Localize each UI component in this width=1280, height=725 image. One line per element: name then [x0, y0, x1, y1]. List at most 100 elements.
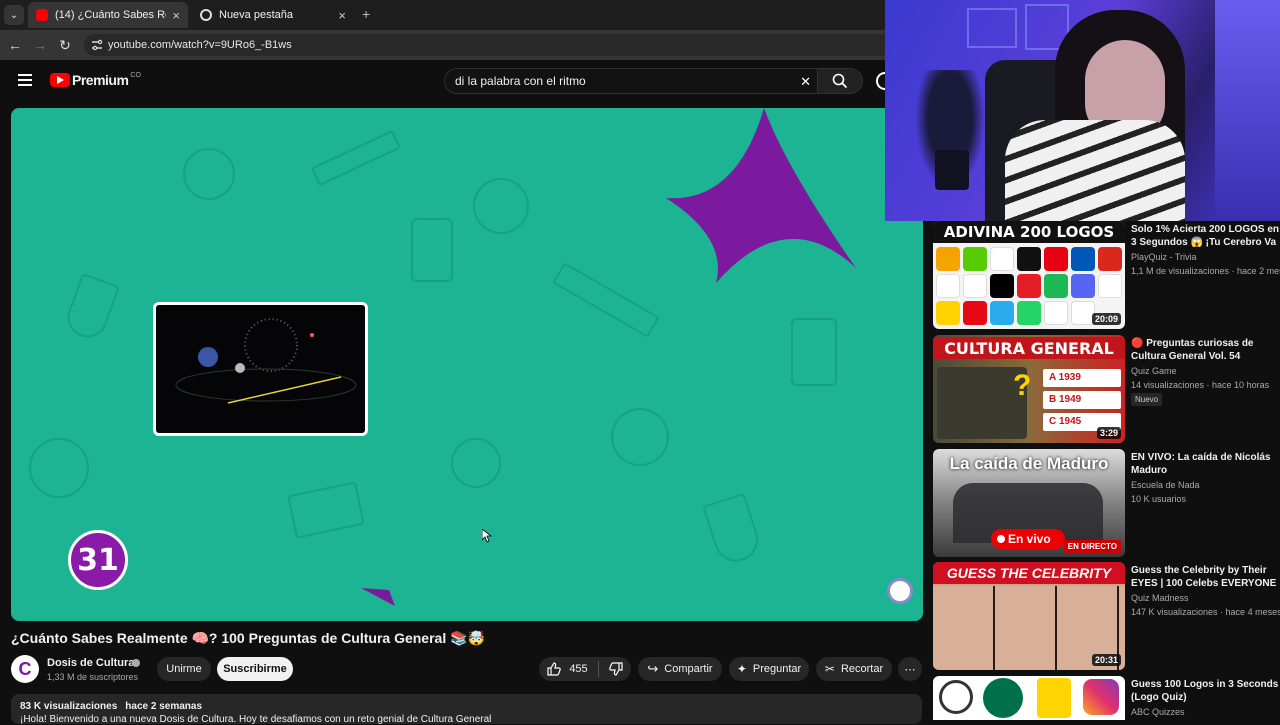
thumbs-down-icon[interactable]	[608, 662, 623, 676]
video-thumbnail[interactable]: La caída de Maduro En vivo EN DIRECTO	[933, 449, 1125, 557]
youtube-favicon-icon	[36, 9, 48, 21]
doodle-ruler	[310, 129, 402, 187]
channel-watermark-icon[interactable]	[887, 578, 913, 604]
duration-badge: 20:31	[1091, 654, 1121, 666]
upload-date: hace 2 semanas	[125, 701, 202, 712]
doodle-book	[287, 481, 365, 539]
live-dot-icon	[997, 535, 1005, 543]
recommendation-title[interactable]: Guess the Celebrity by Their EYES | 100 …	[1131, 564, 1280, 591]
share-icon: ↪	[647, 661, 659, 676]
space-image	[153, 302, 368, 436]
recommendation-item[interactable]: La caída de Maduro En vivo EN DIRECTO EN…	[933, 449, 1280, 557]
reload-icon[interactable]: ↻	[55, 35, 75, 55]
video-thumbnail[interactable]: CULTURA GENERAL ? A 1939 B 1949 C 1945 3…	[933, 335, 1125, 443]
duration-badge: 20:09	[1091, 313, 1121, 325]
mouse-cursor-icon	[482, 529, 492, 543]
recommendation-channel[interactable]: Escuela de Nada	[1131, 480, 1200, 490]
tab-list-dropdown[interactable]: ⌄	[4, 5, 24, 25]
logo-tile	[1098, 274, 1122, 298]
doodle-ruler	[552, 262, 660, 338]
recommendation-title[interactable]: Solo 1% Acierta 200 LOGOS en 3 Segundos …	[1131, 223, 1280, 250]
join-button[interactable]: Unirme	[157, 657, 211, 681]
thumbnail-headline: ADIVINA 200 LOGOS	[933, 221, 1125, 243]
subscriber-count: 1,33 M de suscriptores	[47, 672, 139, 682]
logo-tile	[963, 247, 987, 271]
doodle-lightbulb	[183, 148, 235, 200]
site-settings-icon[interactable]	[91, 39, 103, 51]
live-label: En vivo	[1008, 532, 1051, 546]
share-button[interactable]: ↪ Compartir	[638, 657, 722, 681]
like-count: 455	[569, 663, 588, 675]
recommendation-meta: 1,1 M de visualizaciones · hace 2 meses	[1131, 266, 1280, 276]
video-thumbnail[interactable]: ADIVINA 200 LOGOS 20:09	[933, 221, 1125, 329]
logo-tile	[1071, 247, 1095, 271]
recommendation-title[interactable]: EN VIVO: La caída de Nicolás Maduro	[1131, 451, 1280, 477]
answer-option: B 1949	[1043, 391, 1121, 409]
video-thumbnail[interactable]	[933, 676, 1125, 720]
search-button[interactable]	[817, 68, 863, 94]
question-counter: 31	[68, 530, 128, 590]
window-light	[1215, 0, 1280, 221]
logo-tile	[1098, 247, 1122, 271]
recommendation-item[interactable]: ADIVINA 200 LOGOS 20:09 Solo 1% Acierta …	[933, 221, 1280, 329]
recommendation-title[interactable]: 🔴 Preguntas curiosas de Cultura General …	[1131, 337, 1280, 363]
tab-title: Nueva pestaña	[219, 9, 293, 21]
recommendation-item[interactable]: Guess 100 Logos in 3 Seconds (Logo Quiz)…	[933, 676, 1280, 720]
back-arrow-icon[interactable]: ←	[5, 35, 25, 55]
new-tab-button[interactable]: +	[362, 6, 370, 22]
recommendation-meta: 147 K visualizaciones · hace 4 meses	[1131, 607, 1280, 617]
channel-avatar[interactable]: C	[11, 655, 39, 683]
search-input[interactable]: di la palabra con el ritmo ✕	[444, 68, 818, 94]
recommendation-channel[interactable]: Quiz Madness	[1131, 593, 1189, 603]
mercedes-logo-icon	[939, 680, 973, 714]
recommendation-item[interactable]: CULTURA GENERAL ? A 1939 B 1949 C 1945 3…	[933, 335, 1280, 443]
wall-frame	[967, 8, 1017, 48]
logo-tile	[963, 274, 987, 298]
menu-icon[interactable]	[18, 74, 32, 86]
more-actions-button[interactable]: ⋯	[898, 657, 922, 681]
starbucks-logo-icon	[983, 678, 1023, 718]
recommendation-channel[interactable]: ABC Quizzes	[1131, 707, 1185, 717]
tab-youtube[interactable]: (14) ¿Cuánto Sabes Realmente ×	[28, 2, 188, 28]
clear-search-icon[interactable]: ✕	[800, 74, 811, 90]
tab-title: (14) ¿Cuánto Sabes Realmente	[55, 9, 166, 21]
url-text: youtube.com/watch?v=9URo6_-B1ws	[108, 39, 292, 51]
close-tab-icon[interactable]: ×	[338, 8, 346, 23]
thumbnail-headline: CULTURA GENERAL	[933, 337, 1125, 359]
ask-label: Preguntar	[752, 663, 802, 675]
thumbnail-headline: La caída de Maduro	[949, 454, 1109, 473]
search-icon	[832, 73, 848, 89]
recommendation-title[interactable]: Guess 100 Logos in 3 Seconds (Logo Quiz)	[1131, 678, 1280, 704]
recommendation-meta: 10 K usuarios	[1131, 494, 1187, 504]
purple-star-shape	[666, 108, 856, 283]
video-player[interactable]: 31	[11, 108, 923, 621]
channel-name[interactable]: Dosis de Cultura	[47, 657, 134, 669]
galaxy-illustration	[175, 318, 357, 404]
recommendation-item[interactable]: GUESS THE CELEBRITY 20:31 Guess the Cele…	[933, 562, 1280, 670]
youtube-premium-logo[interactable]: Premium CO	[50, 72, 141, 88]
forward-arrow-icon[interactable]: →	[30, 35, 50, 55]
recommendation-channel[interactable]: Quiz Game	[1131, 366, 1177, 376]
address-bar[interactable]: youtube.com/watch?v=9URo6_-B1ws	[84, 34, 894, 56]
clip-label: Recortar	[840, 663, 884, 675]
duration-badge: 3:29	[1096, 427, 1121, 439]
recommendation-channel[interactable]: PlayQuiz - Trivia	[1131, 252, 1197, 262]
purple-triangle-shape	[361, 588, 395, 606]
subscribe-button[interactable]: Suscribirme	[217, 657, 293, 681]
live-badge: EN DIRECTO	[1063, 540, 1121, 553]
logo-tile	[1044, 247, 1068, 271]
logo-tile	[990, 301, 1014, 325]
doodle-calculator	[791, 318, 837, 386]
like-button[interactable]: 455	[547, 662, 588, 676]
clip-button[interactable]: ✂ Recortar	[816, 657, 892, 681]
close-tab-icon[interactable]: ×	[172, 8, 180, 23]
sparkle-icon: ✦	[736, 662, 747, 676]
video-thumbnail[interactable]: GUESS THE CELEBRITY 20:31	[933, 562, 1125, 670]
ask-button[interactable]: ✦ Preguntar	[729, 657, 809, 681]
logo-tile	[1017, 301, 1041, 325]
tab-new-tab[interactable]: Nueva pestaña ×	[192, 2, 354, 28]
scissors-icon: ✂	[824, 662, 835, 676]
doodle-lightbulb	[473, 178, 529, 234]
pot	[935, 150, 969, 190]
live-pill: En vivo	[991, 529, 1065, 549]
